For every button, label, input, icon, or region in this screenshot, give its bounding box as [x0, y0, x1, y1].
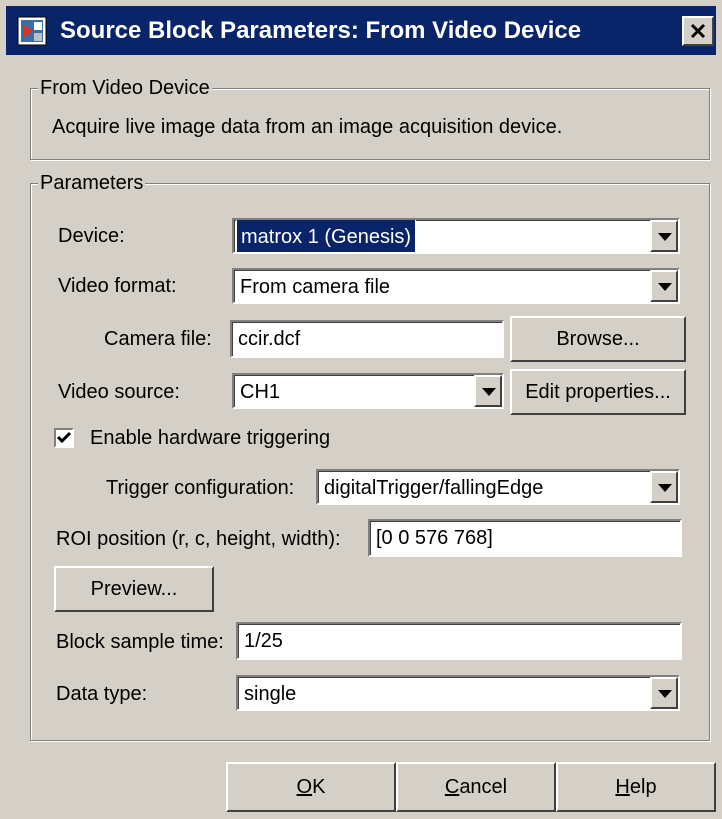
preview-button[interactable]: Preview... — [54, 566, 214, 612]
video-format-value: From camera file — [240, 276, 391, 298]
device-label: Device: — [58, 225, 125, 247]
chevron-down-icon — [658, 484, 672, 492]
trigger-config-value: digitalTrigger/fallingEdge — [324, 477, 544, 499]
help-button[interactable]: Help — [556, 762, 716, 812]
edit-properties-button-label: Edit properties... — [525, 381, 671, 403]
video-format-dropdown-button[interactable] — [650, 270, 678, 302]
device-dropdown-button[interactable] — [650, 220, 678, 252]
device-value: matrox 1 (Genesis) — [235, 220, 417, 252]
ok-button-label: OK — [296, 776, 326, 798]
video-source-value: CH1 — [240, 381, 281, 403]
hardware-triggering-label[interactable]: Enable hardware triggering — [90, 426, 330, 450]
browse-button[interactable]: Browse... — [510, 316, 686, 362]
trigger-config-label: Trigger configuration: — [106, 477, 295, 499]
ok-button[interactable]: OK — [226, 762, 396, 812]
camera-file-label: Camera file: — [104, 328, 212, 350]
video-format-label: Video format: — [58, 275, 177, 297]
video-source-select[interactable]: CH1 — [232, 373, 504, 409]
chevron-down-icon — [658, 690, 672, 698]
hardware-triggering-checkbox[interactable] — [54, 428, 74, 448]
data-type-dropdown-button[interactable] — [650, 677, 678, 709]
chevron-down-icon — [482, 388, 496, 396]
roi-position-label: ROI position (r, c, height, width): — [56, 528, 341, 550]
dialog-window: Source Block Parameters: From Video Devi… — [0, 0, 722, 819]
video-format-select[interactable]: From camera file — [232, 268, 680, 304]
parameters-group-title: Parameters — [38, 171, 146, 195]
cancel-button-label: Cancel — [444, 776, 508, 798]
window-title: Source Block Parameters: From Video Devi… — [60, 17, 582, 44]
simulink-block-icon — [17, 16, 47, 46]
chevron-down-icon — [658, 233, 672, 241]
chevron-down-icon — [658, 283, 672, 291]
help-button-label: Help — [615, 776, 657, 798]
title-bar[interactable]: Source Block Parameters: From Video Devi… — [6, 6, 716, 55]
cancel-button[interactable]: Cancel — [396, 762, 556, 812]
trigger-config-dropdown-button[interactable] — [650, 471, 678, 503]
roi-position-input[interactable]: [0 0 576 768] — [368, 519, 682, 557]
trigger-config-select[interactable]: digitalTrigger/fallingEdge — [316, 469, 680, 505]
data-type-select[interactable]: single — [236, 675, 680, 711]
description-text: Acquire live image data from an image ac… — [52, 116, 563, 138]
data-type-value: single — [244, 683, 297, 705]
sample-time-input[interactable]: 1/25 — [236, 622, 682, 660]
close-button[interactable] — [682, 16, 714, 46]
camera-file-input[interactable]: ccir.dcf — [230, 320, 504, 358]
browse-button-label: Browse... — [556, 328, 640, 350]
data-type-label: Data type: — [56, 683, 148, 705]
close-icon — [690, 23, 706, 39]
edit-properties-button[interactable]: Edit properties... — [510, 369, 686, 415]
video-source-dropdown-button[interactable] — [474, 375, 502, 407]
device-select[interactable]: matrox 1 (Genesis) — [232, 218, 680, 254]
description-group-title: From Video Device — [38, 76, 212, 100]
preview-button-label: Preview... — [90, 578, 178, 600]
video-source-label: Video source: — [58, 381, 180, 403]
sample-time-label: Block sample time: — [56, 631, 224, 653]
checkmark-icon — [56, 431, 72, 444]
